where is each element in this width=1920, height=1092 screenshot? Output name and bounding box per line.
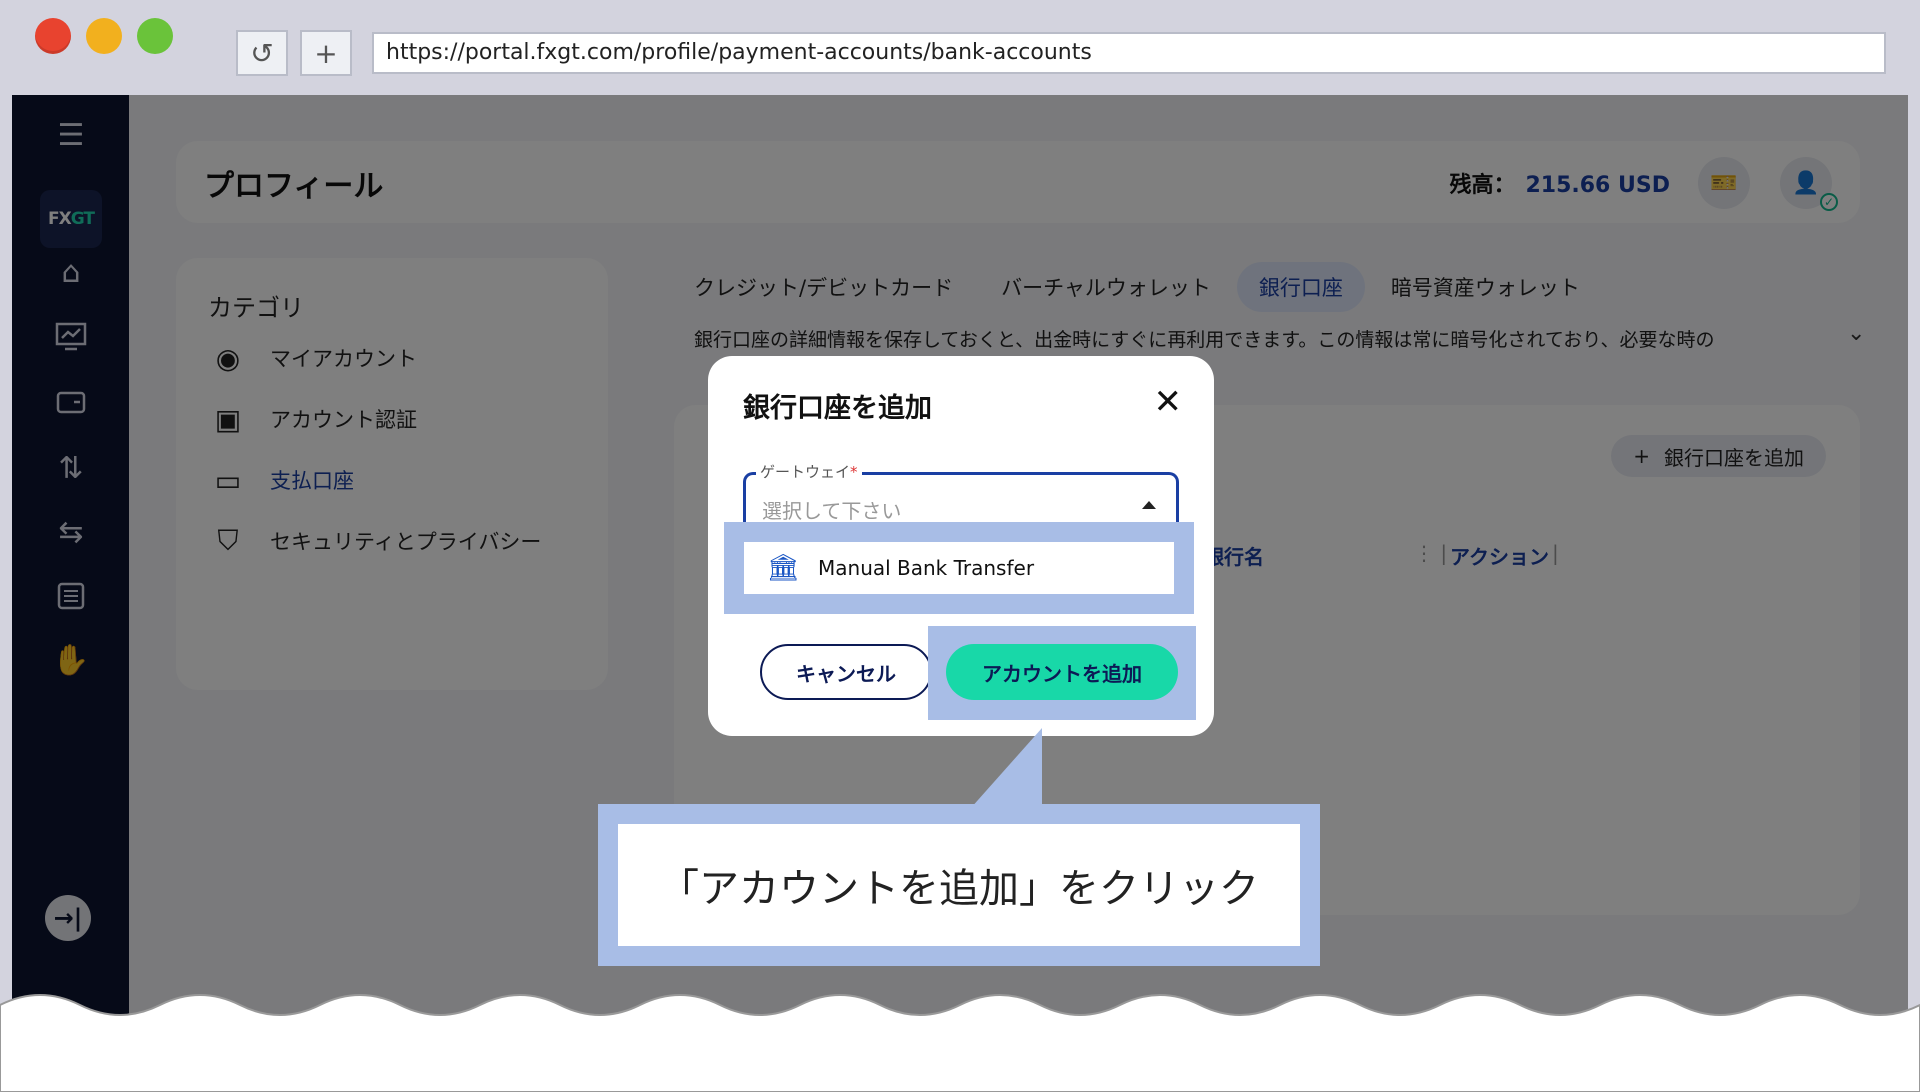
close-icon[interactable]: ✕ bbox=[1154, 382, 1183, 422]
gateway-option-label: Manual Bank Transfer bbox=[818, 556, 1035, 580]
new-tab-button[interactable]: + bbox=[300, 30, 352, 76]
gateway-option-manual-bank-transfer[interactable]: 🏛 Manual Bank Transfer bbox=[744, 542, 1174, 594]
add-account-button[interactable]: アカウントを追加 bbox=[946, 644, 1178, 700]
address-bar[interactable]: https://portal.fxgt.com/profile/payment-… bbox=[372, 32, 1886, 74]
gateway-dropdown-highlight: 🏛 Manual Bank Transfer bbox=[724, 522, 1194, 614]
minimize-window-button[interactable] bbox=[86, 18, 122, 54]
maximize-window-button[interactable] bbox=[137, 18, 173, 54]
torn-edge-decoration bbox=[0, 994, 1920, 1092]
required-marker: * bbox=[850, 463, 858, 481]
reload-icon: ↺ bbox=[250, 36, 274, 70]
modal-title: 銀行口座を追加 bbox=[743, 393, 932, 424]
reload-button[interactable]: ↺ bbox=[236, 30, 288, 76]
cancel-button[interactable]: キャンセル bbox=[760, 644, 932, 700]
plus-icon: + bbox=[314, 36, 338, 70]
instruction-callout: 「アカウントを追加」をクリック bbox=[598, 804, 1320, 966]
bank-icon: 🏛 bbox=[766, 553, 800, 583]
caret-up-icon bbox=[1142, 501, 1156, 509]
gateway-placeholder: 選択して下さい bbox=[762, 499, 902, 523]
close-window-button[interactable] bbox=[35, 18, 71, 54]
gateway-label: ゲートウェイ* bbox=[756, 461, 862, 482]
instruction-text: 「アカウントを追加」をクリック bbox=[618, 824, 1300, 946]
gateway-label-text: ゲートウェイ bbox=[760, 463, 851, 481]
browser-chrome: ↺ + https://portal.fxgt.com/profile/paym… bbox=[0, 0, 1920, 95]
